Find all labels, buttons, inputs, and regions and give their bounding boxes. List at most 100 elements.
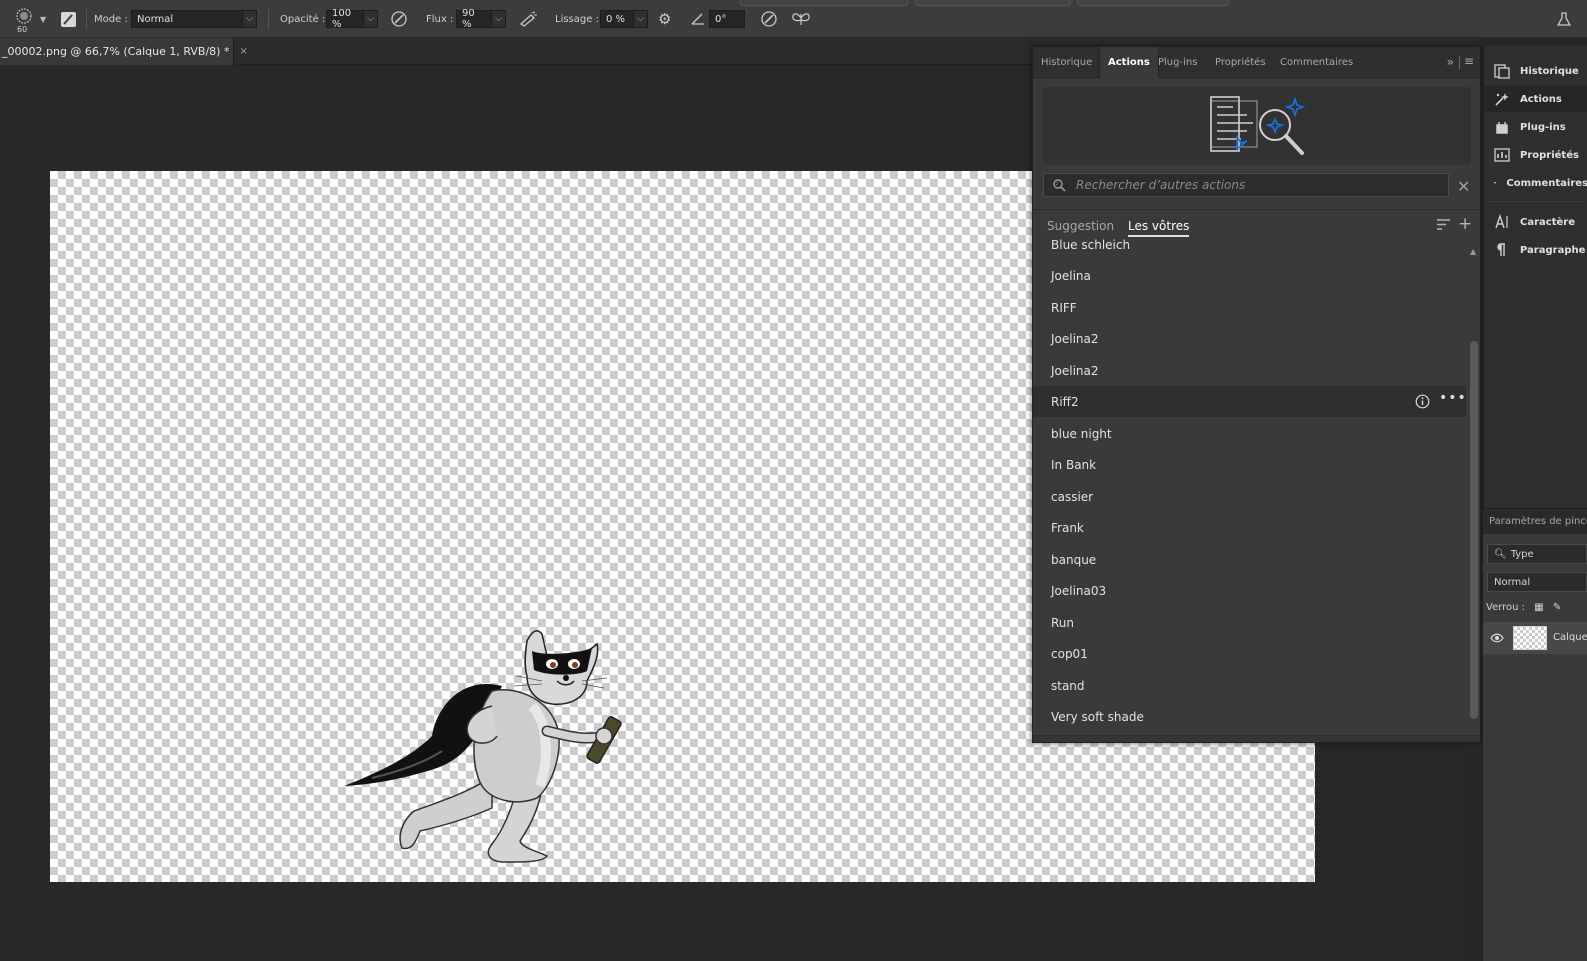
opacity-label: Opacité : xyxy=(280,13,326,25)
add-action-icon[interactable]: + xyxy=(1458,214,1472,234)
layer-filter-label: Type xyxy=(1510,548,1534,560)
tab-historique[interactable]: Historique xyxy=(1033,47,1100,78)
list-item[interactable]: Joelina03 xyxy=(1033,575,1466,606)
list-item[interactable]: stand xyxy=(1033,670,1466,701)
list-scrollbar[interactable]: ▲ xyxy=(1467,243,1480,723)
collapse-panel-icon[interactable]: » xyxy=(1447,55,1454,69)
angle-field[interactable]: 0° xyxy=(709,0,745,38)
list-item[interactable]: Blue schleich xyxy=(1033,239,1466,260)
lock-transparency-icon[interactable]: ▦ xyxy=(1534,602,1543,613)
action-name: cassier xyxy=(1051,489,1094,504)
action-name: cop01 xyxy=(1051,646,1088,661)
brush-preset-picker[interactable]: 60 ▼ xyxy=(12,0,46,38)
history-icon xyxy=(1494,64,1510,79)
scrollbar-thumb[interactable] xyxy=(1470,341,1478,719)
chevron-up-icon[interactable]: ▲ xyxy=(1470,247,1476,256)
list-item[interactable]: banque xyxy=(1033,544,1466,575)
layers-panel: 🔍︎ Type Normal Verrou : ▦ ✎ Calque 1 xyxy=(1483,534,1587,961)
list-item[interactable]: Joelina2 xyxy=(1033,323,1466,354)
lock-pixels-icon[interactable]: ✎ xyxy=(1553,602,1561,613)
comment-icon xyxy=(1494,182,1497,184)
chevron-down-icon: ⌵ xyxy=(492,10,506,28)
dock-item-proprietes[interactable]: Propriétés xyxy=(1484,142,1587,168)
list-item[interactable]: cassier xyxy=(1033,481,1466,512)
search-input[interactable] xyxy=(1076,178,1436,192)
dock-item-label: Historique xyxy=(1520,65,1579,77)
smoothing-field[interactable]: 0 % ⌵ xyxy=(600,0,648,38)
sort-icon[interactable] xyxy=(1437,219,1450,230)
list-item[interactable]: Run xyxy=(1033,607,1466,638)
properties-icon xyxy=(1494,148,1510,162)
dock-item-historique[interactable]: Historique xyxy=(1484,58,1587,84)
smoothing-label: Lissage : xyxy=(555,13,599,25)
dock-item-actions[interactable]: Actions xyxy=(1484,86,1587,112)
close-icon[interactable]: ✕ xyxy=(1457,177,1470,196)
dock-item-label: Actions xyxy=(1520,93,1562,105)
pressure-opacity-button[interactable] xyxy=(390,0,408,38)
share-button[interactable] xyxy=(1557,0,1571,38)
toolbar-strip xyxy=(740,0,908,6)
mode-select[interactable]: Normal ⌵ xyxy=(131,0,257,38)
chevron-down-icon: ▼ xyxy=(40,14,47,24)
dock-item-plug-ins[interactable]: Plug-ins xyxy=(1484,114,1587,140)
separator xyxy=(1459,56,1460,69)
list-item-selected[interactable]: Riff2 ••• xyxy=(1033,386,1466,417)
options-bar: 60 ▼ Mode : Normal ⌵ Opacité : 100 % ⌵ F… xyxy=(0,0,1587,38)
dock-item-commentaires[interactable]: Commentaires xyxy=(1484,170,1587,196)
layer-blend-mode-select[interactable]: Normal xyxy=(1487,572,1587,592)
list-item[interactable]: cop01 xyxy=(1033,638,1466,669)
panel-resize-handle[interactable] xyxy=(1033,735,1480,742)
mode-label: Mode : xyxy=(94,13,128,25)
brush-settings-header[interactable]: Paramètres de pinceau xyxy=(1483,508,1587,534)
butterfly-icon xyxy=(792,13,810,25)
list-item[interactable]: RIFF xyxy=(1033,292,1466,323)
paragraph-icon xyxy=(1497,243,1505,256)
search-box[interactable] xyxy=(1043,173,1449,197)
subtab-les-votres[interactable]: Les vôtres xyxy=(1128,219,1190,237)
list-item[interactable]: Very soft shade xyxy=(1033,701,1466,732)
opacity-field[interactable]: 100 % ⌵ xyxy=(326,0,378,38)
layer-filter-select[interactable]: 🔍︎ Type xyxy=(1487,544,1587,564)
action-name: Frank xyxy=(1051,520,1084,535)
tab-proprietes[interactable]: Propriétés xyxy=(1207,47,1274,78)
search-icon xyxy=(1053,179,1066,192)
action-name: Joelina2 xyxy=(1051,363,1099,378)
discover-actions-illustration xyxy=(1210,96,1306,155)
list-item[interactable]: Joelina2 xyxy=(1033,355,1466,386)
character-icon xyxy=(1495,214,1508,229)
dock-item-paragraphe[interactable]: Paragraphe xyxy=(1484,237,1587,263)
layer-row[interactable]: Calque 1 xyxy=(1483,622,1587,654)
brush-angle-control[interactable] xyxy=(690,0,706,38)
document-tab[interactable]: _00002.png @ 66,7% (Calque 1, RVB/8) * × xyxy=(0,38,248,65)
close-icon[interactable]: × xyxy=(239,46,247,57)
list-item[interactable]: blue night xyxy=(1033,418,1466,449)
subtab-suggestion[interactable]: Suggestion xyxy=(1047,219,1114,233)
chevron-down-icon: ⌵ xyxy=(364,10,378,28)
flow-field[interactable]: 90 % ⌵ xyxy=(456,0,506,38)
smoothing-options-button[interactable]: ⚙ xyxy=(658,0,671,38)
tab-plug-ins[interactable]: Plug-ins xyxy=(1150,47,1205,78)
separator xyxy=(268,9,269,29)
list-item[interactable]: In Bank xyxy=(1033,449,1466,480)
brush-panel-icon xyxy=(61,11,76,27)
panel-tab-bar: Historique Actions Plug-ins Propriétés C… xyxy=(1033,47,1480,78)
action-name: Joelina2 xyxy=(1051,331,1099,346)
toolbar-strip xyxy=(1077,0,1229,6)
list-item[interactable]: Joelina xyxy=(1033,260,1466,291)
airbrush-icon xyxy=(519,11,537,27)
more-options-icon[interactable]: ••• xyxy=(1439,390,1466,406)
eye-icon[interactable] xyxy=(1490,633,1504,643)
panel-menu-icon[interactable]: ≡ xyxy=(1464,54,1474,68)
gear-icon: ⚙ xyxy=(658,10,672,28)
brush-settings-toggle[interactable] xyxy=(60,0,77,38)
search-icon: 🔍︎ xyxy=(1494,548,1507,560)
info-icon[interactable] xyxy=(1415,394,1430,409)
tab-commentaires[interactable]: Commentaires xyxy=(1272,47,1361,78)
actions-banner xyxy=(1043,87,1471,165)
toolbar-strip xyxy=(915,0,1071,6)
list-item[interactable]: Frank xyxy=(1033,512,1466,543)
plugin-icon xyxy=(1496,122,1508,134)
airbrush-button[interactable] xyxy=(518,0,538,38)
dock-gutter xyxy=(1465,745,1483,961)
dock-item-caractere[interactable]: Caractère xyxy=(1484,209,1587,235)
